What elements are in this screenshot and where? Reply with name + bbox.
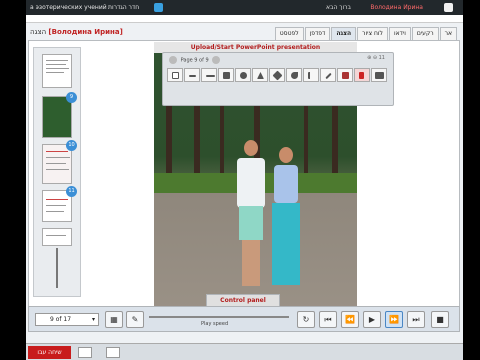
tab-browser[interactable]: דפדפן bbox=[304, 27, 331, 40]
thumbnail-scrollbar[interactable] bbox=[56, 248, 58, 288]
square-icon[interactable] bbox=[218, 68, 234, 82]
play-button[interactable]: ▶ bbox=[363, 311, 381, 328]
rewind-button[interactable]: ⏪ bbox=[341, 311, 359, 328]
pointer-icon[interactable] bbox=[354, 68, 370, 82]
speed-slider[interactable] bbox=[149, 316, 289, 318]
slide-thumbnail[interactable]: 11 bbox=[42, 186, 77, 222]
tab-1[interactable]: אר bbox=[439, 27, 457, 40]
slide-thumbnail[interactable] bbox=[42, 228, 72, 246]
select-icon[interactable] bbox=[167, 68, 183, 82]
drawing-toolbar: Page 9 of 9 ⊕ ⊖ 11 bbox=[162, 52, 394, 106]
presenter-name: [Володина Ирина] bbox=[48, 28, 123, 36]
slide-number-badge: 9 bbox=[66, 92, 77, 103]
slide-thumbnail[interactable]: 9 bbox=[42, 92, 77, 138]
presentation-area: 9 10 11 Upload/Start PowerPoint presenta… bbox=[28, 40, 460, 332]
tab-other[interactable]: לפטסט bbox=[274, 27, 304, 40]
chevron-down-icon: ▾ bbox=[91, 316, 95, 323]
tab-video[interactable]: וידאו bbox=[388, 27, 411, 40]
tab-presentation[interactable]: הצגה bbox=[331, 27, 357, 40]
edit-button[interactable]: ✎ bbox=[126, 311, 144, 328]
slide-thumbnail[interactable] bbox=[42, 54, 72, 88]
page-info: Page 9 of 9 bbox=[180, 57, 209, 64]
control-panel: 9 of 17 ▾ ▦ ✎ Play speed ↻ ⏮ ⏪ ▶ ⏩ ⏭ ■ bbox=[28, 306, 460, 332]
zoom-value: 11 bbox=[378, 55, 385, 61]
first-slide-button[interactable]: ⏮ bbox=[319, 311, 337, 328]
eraser-icon[interactable] bbox=[337, 68, 353, 82]
course-title: а эзотерических учений bbox=[30, 4, 107, 11]
control-panel-label[interactable]: Control panel bbox=[206, 294, 280, 306]
brush-icon[interactable] bbox=[201, 68, 217, 82]
bottom-bar: שיחה עבו bbox=[26, 343, 463, 360]
app-window: а эзотерических учений חדר הגדרות ברוך ה… bbox=[26, 0, 463, 360]
next-page-icon[interactable] bbox=[212, 56, 221, 64]
settings-room-link[interactable]: חדר הגדרות bbox=[108, 0, 139, 15]
stop-button[interactable]: ■ bbox=[431, 311, 449, 328]
last-slide-button[interactable]: ⏭ bbox=[407, 311, 425, 328]
repeat-icon[interactable]: ↻ bbox=[297, 311, 315, 328]
page-select-value: 9 of 17 bbox=[50, 316, 72, 323]
prev-page-icon[interactable] bbox=[169, 56, 177, 64]
layout-icon[interactable] bbox=[106, 347, 120, 358]
pen-icon[interactable] bbox=[184, 68, 200, 82]
slide-thumbnail[interactable]: 10 bbox=[42, 140, 77, 184]
person-woman bbox=[270, 147, 302, 292]
zoom-controls[interactable]: ⊕ ⊖ 11 bbox=[367, 55, 385, 61]
top-bar: а эзотерических учений חדר הגדרות ברוך ה… bbox=[26, 0, 463, 15]
pencil-icon[interactable] bbox=[320, 68, 336, 82]
user-name: Володина Ирина bbox=[370, 4, 423, 11]
slide-number-badge: 11 bbox=[66, 186, 77, 197]
record-icon[interactable] bbox=[78, 347, 92, 358]
top-separator bbox=[26, 15, 463, 23]
text-icon[interactable] bbox=[303, 68, 319, 82]
arrow-icon[interactable] bbox=[286, 68, 302, 82]
tab-backgrounds[interactable]: רקעים bbox=[411, 27, 439, 40]
speed-label: Play speed bbox=[201, 321, 229, 327]
presenter-label: הצגה [Володина Ирина] bbox=[30, 25, 123, 39]
page-select[interactable]: 9 of 17 ▾ bbox=[35, 313, 99, 326]
diamond-icon[interactable] bbox=[269, 68, 285, 82]
lock-icon[interactable] bbox=[154, 3, 163, 12]
thumbnail-strip[interactable]: 9 10 11 bbox=[33, 47, 81, 297]
triangle-icon[interactable] bbox=[252, 68, 268, 82]
tab-whiteboard[interactable]: לוח ציור bbox=[357, 27, 388, 40]
presentation-label: הצגה bbox=[30, 28, 47, 36]
fast-forward-button[interactable]: ⏩ bbox=[385, 311, 403, 328]
tab-bar: אר רקעים וידאו לוח ציור הצגה דפדפן לפטסט bbox=[274, 27, 457, 40]
slide-number-badge: 10 bbox=[66, 140, 77, 151]
gear-icon[interactable] bbox=[444, 3, 453, 12]
page-indicator: Page 9 of 9 bbox=[167, 55, 222, 65]
screen-icon[interactable] bbox=[371, 68, 387, 82]
grid-view-button[interactable]: ▦ bbox=[105, 311, 123, 328]
person-man bbox=[234, 140, 268, 290]
circle-icon[interactable] bbox=[235, 68, 251, 82]
chat-button[interactable]: שיחה עבו bbox=[28, 346, 71, 359]
welcome-text: ברוך הבא bbox=[325, 4, 351, 11]
